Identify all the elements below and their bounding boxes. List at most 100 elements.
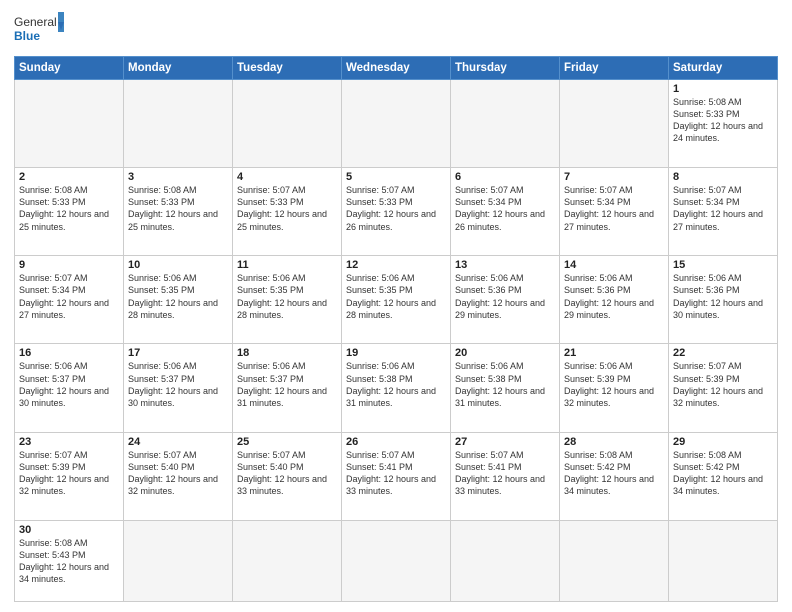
weekday-header-tuesday: Tuesday	[233, 57, 342, 80]
day-info: Sunrise: 5:07 AM Sunset: 5:41 PM Dayligh…	[346, 449, 446, 498]
day-number: 28	[564, 436, 664, 448]
day-info: Sunrise: 5:07 AM Sunset: 5:34 PM Dayligh…	[673, 184, 773, 233]
day-info: Sunrise: 5:08 AM Sunset: 5:33 PM Dayligh…	[128, 184, 228, 233]
day-number: 11	[237, 259, 337, 271]
day-number: 26	[346, 436, 446, 448]
calendar-cell: 14Sunrise: 5:06 AM Sunset: 5:36 PM Dayli…	[560, 256, 669, 344]
day-info: Sunrise: 5:07 AM Sunset: 5:33 PM Dayligh…	[346, 184, 446, 233]
calendar-cell	[342, 80, 451, 168]
calendar-cell: 23Sunrise: 5:07 AM Sunset: 5:39 PM Dayli…	[15, 432, 124, 520]
calendar-cell: 2Sunrise: 5:08 AM Sunset: 5:33 PM Daylig…	[15, 168, 124, 256]
calendar-cell: 21Sunrise: 5:06 AM Sunset: 5:39 PM Dayli…	[560, 344, 669, 432]
calendar-cell: 20Sunrise: 5:06 AM Sunset: 5:38 PM Dayli…	[451, 344, 560, 432]
day-info: Sunrise: 5:08 AM Sunset: 5:42 PM Dayligh…	[564, 449, 664, 498]
day-number: 6	[455, 171, 555, 183]
day-number: 5	[346, 171, 446, 183]
day-number: 10	[128, 259, 228, 271]
day-number: 14	[564, 259, 664, 271]
logo-svg: General Blue	[14, 10, 64, 50]
calendar-cell	[124, 80, 233, 168]
day-info: Sunrise: 5:07 AM Sunset: 5:34 PM Dayligh…	[19, 272, 119, 321]
calendar-cell: 24Sunrise: 5:07 AM Sunset: 5:40 PM Dayli…	[124, 432, 233, 520]
calendar-week-row: 1Sunrise: 5:08 AM Sunset: 5:33 PM Daylig…	[15, 80, 778, 168]
day-number: 8	[673, 171, 773, 183]
day-info: Sunrise: 5:07 AM Sunset: 5:40 PM Dayligh…	[237, 449, 337, 498]
day-info: Sunrise: 5:06 AM Sunset: 5:36 PM Dayligh…	[564, 272, 664, 321]
calendar-cell: 7Sunrise: 5:07 AM Sunset: 5:34 PM Daylig…	[560, 168, 669, 256]
day-number: 7	[564, 171, 664, 183]
calendar-cell: 1Sunrise: 5:08 AM Sunset: 5:33 PM Daylig…	[669, 80, 778, 168]
calendar-cell: 25Sunrise: 5:07 AM Sunset: 5:40 PM Dayli…	[233, 432, 342, 520]
day-info: Sunrise: 5:08 AM Sunset: 5:42 PM Dayligh…	[673, 449, 773, 498]
weekday-header-monday: Monday	[124, 57, 233, 80]
day-info: Sunrise: 5:06 AM Sunset: 5:36 PM Dayligh…	[455, 272, 555, 321]
calendar-cell: 28Sunrise: 5:08 AM Sunset: 5:42 PM Dayli…	[560, 432, 669, 520]
day-info: Sunrise: 5:07 AM Sunset: 5:41 PM Dayligh…	[455, 449, 555, 498]
calendar-cell	[560, 520, 669, 601]
calendar-cell: 8Sunrise: 5:07 AM Sunset: 5:34 PM Daylig…	[669, 168, 778, 256]
day-info: Sunrise: 5:07 AM Sunset: 5:39 PM Dayligh…	[19, 449, 119, 498]
day-info: Sunrise: 5:07 AM Sunset: 5:40 PM Dayligh…	[128, 449, 228, 498]
day-number: 15	[673, 259, 773, 271]
calendar-cell: 16Sunrise: 5:06 AM Sunset: 5:37 PM Dayli…	[15, 344, 124, 432]
weekday-header-saturday: Saturday	[669, 57, 778, 80]
calendar-cell: 29Sunrise: 5:08 AM Sunset: 5:42 PM Dayli…	[669, 432, 778, 520]
day-info: Sunrise: 5:06 AM Sunset: 5:35 PM Dayligh…	[128, 272, 228, 321]
page: General Blue SundayMondayTuesdayWednesda…	[0, 0, 792, 612]
day-info: Sunrise: 5:06 AM Sunset: 5:38 PM Dayligh…	[455, 360, 555, 409]
day-info: Sunrise: 5:06 AM Sunset: 5:39 PM Dayligh…	[564, 360, 664, 409]
day-number: 29	[673, 436, 773, 448]
day-number: 20	[455, 347, 555, 359]
weekday-header-friday: Friday	[560, 57, 669, 80]
calendar-cell: 27Sunrise: 5:07 AM Sunset: 5:41 PM Dayli…	[451, 432, 560, 520]
day-info: Sunrise: 5:06 AM Sunset: 5:37 PM Dayligh…	[237, 360, 337, 409]
day-info: Sunrise: 5:06 AM Sunset: 5:35 PM Dayligh…	[346, 272, 446, 321]
calendar-cell: 9Sunrise: 5:07 AM Sunset: 5:34 PM Daylig…	[15, 256, 124, 344]
day-number: 21	[564, 347, 664, 359]
logo: General Blue	[14, 10, 64, 50]
calendar-cell: 5Sunrise: 5:07 AM Sunset: 5:33 PM Daylig…	[342, 168, 451, 256]
day-number: 25	[237, 436, 337, 448]
calendar-cell: 15Sunrise: 5:06 AM Sunset: 5:36 PM Dayli…	[669, 256, 778, 344]
calendar-cell: 6Sunrise: 5:07 AM Sunset: 5:34 PM Daylig…	[451, 168, 560, 256]
day-number: 1	[673, 83, 773, 95]
weekday-header-sunday: Sunday	[15, 57, 124, 80]
calendar-week-row: 30Sunrise: 5:08 AM Sunset: 5:43 PM Dayli…	[15, 520, 778, 601]
day-number: 12	[346, 259, 446, 271]
calendar-cell: 13Sunrise: 5:06 AM Sunset: 5:36 PM Dayli…	[451, 256, 560, 344]
calendar-cell: 26Sunrise: 5:07 AM Sunset: 5:41 PM Dayli…	[342, 432, 451, 520]
day-number: 17	[128, 347, 228, 359]
day-info: Sunrise: 5:07 AM Sunset: 5:34 PM Dayligh…	[455, 184, 555, 233]
day-number: 2	[19, 171, 119, 183]
day-number: 19	[346, 347, 446, 359]
day-number: 22	[673, 347, 773, 359]
calendar-cell	[15, 80, 124, 168]
calendar-cell	[233, 520, 342, 601]
calendar-week-row: 16Sunrise: 5:06 AM Sunset: 5:37 PM Dayli…	[15, 344, 778, 432]
day-info: Sunrise: 5:06 AM Sunset: 5:37 PM Dayligh…	[19, 360, 119, 409]
calendar-cell: 11Sunrise: 5:06 AM Sunset: 5:35 PM Dayli…	[233, 256, 342, 344]
calendar-cell: 12Sunrise: 5:06 AM Sunset: 5:35 PM Dayli…	[342, 256, 451, 344]
day-info: Sunrise: 5:06 AM Sunset: 5:38 PM Dayligh…	[346, 360, 446, 409]
calendar-week-row: 23Sunrise: 5:07 AM Sunset: 5:39 PM Dayli…	[15, 432, 778, 520]
calendar-cell: 4Sunrise: 5:07 AM Sunset: 5:33 PM Daylig…	[233, 168, 342, 256]
day-info: Sunrise: 5:08 AM Sunset: 5:43 PM Dayligh…	[19, 537, 119, 586]
svg-text:General: General	[14, 15, 57, 29]
calendar-cell	[233, 80, 342, 168]
calendar-cell: 30Sunrise: 5:08 AM Sunset: 5:43 PM Dayli…	[15, 520, 124, 601]
calendar-cell	[451, 520, 560, 601]
day-info: Sunrise: 5:06 AM Sunset: 5:35 PM Dayligh…	[237, 272, 337, 321]
day-info: Sunrise: 5:07 AM Sunset: 5:34 PM Dayligh…	[564, 184, 664, 233]
day-info: Sunrise: 5:08 AM Sunset: 5:33 PM Dayligh…	[19, 184, 119, 233]
calendar-cell	[124, 520, 233, 601]
calendar-cell	[451, 80, 560, 168]
svg-text:Blue: Blue	[14, 29, 40, 43]
header: General Blue	[14, 10, 778, 50]
day-number: 27	[455, 436, 555, 448]
day-info: Sunrise: 5:06 AM Sunset: 5:36 PM Dayligh…	[673, 272, 773, 321]
calendar-table: SundayMondayTuesdayWednesdayThursdayFrid…	[14, 56, 778, 602]
day-info: Sunrise: 5:08 AM Sunset: 5:33 PM Dayligh…	[673, 96, 773, 145]
day-number: 30	[19, 524, 119, 536]
weekday-header-wednesday: Wednesday	[342, 57, 451, 80]
calendar-cell: 3Sunrise: 5:08 AM Sunset: 5:33 PM Daylig…	[124, 168, 233, 256]
